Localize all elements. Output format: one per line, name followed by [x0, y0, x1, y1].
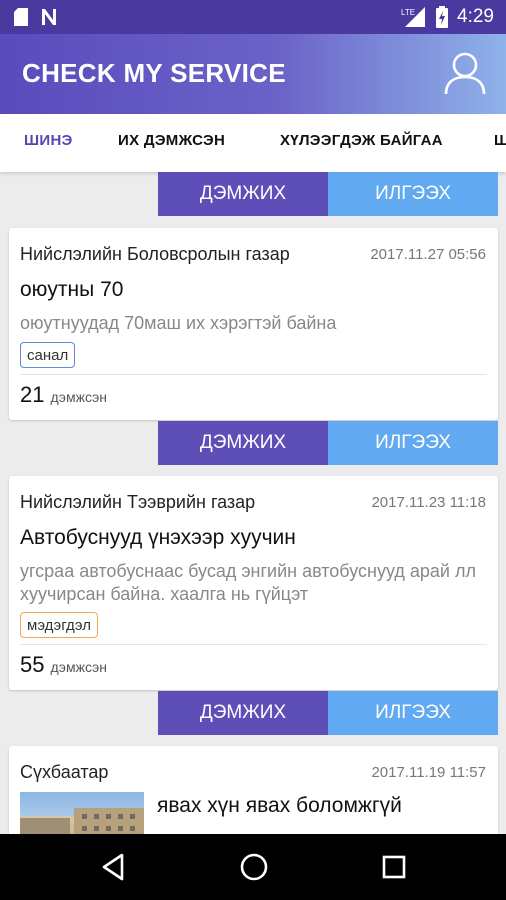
support-count-label: дэмжсэн [50, 659, 107, 675]
post-actions: ДЭМЖИХ ИЛГЭЭХ [158, 172, 498, 216]
tab-more[interactable]: Ш [494, 132, 506, 149]
recents-button[interactable] [378, 851, 410, 883]
send-button[interactable]: ИЛГЭЭХ [328, 421, 498, 465]
support-count: 21 дэмжсэн [20, 382, 107, 408]
post-title: оюутны 70 [20, 278, 124, 301]
support-button[interactable]: ДЭМЖИХ [158, 172, 328, 216]
send-button[interactable]: ИЛГЭЭХ [328, 172, 498, 216]
post-card[interactable]: Нийслэлийн Боловсролын газар 2017.11.27 … [9, 228, 498, 420]
user-icon [444, 52, 486, 95]
status-bar: LTE 4:29 [0, 0, 506, 34]
home-icon [240, 853, 268, 881]
category-tag: мэдэгдэл [20, 612, 99, 638]
post-title: явах хүн явах боломжгүй [157, 794, 402, 817]
organization-name: Нийслэлийн Тээврийн газар [20, 492, 256, 512]
support-count-label: дэмжсэн [50, 389, 107, 405]
support-count: 55 дэмжсэн [20, 652, 107, 678]
support-button[interactable]: ДЭМЖИХ [158, 691, 328, 735]
post-date: 2017.11.27 05:56 [370, 246, 486, 263]
divider [20, 644, 487, 645]
organization-name: Сүхбаатар [20, 762, 109, 782]
back-button[interactable] [98, 851, 130, 883]
tab-new[interactable]: ШИНЭ [24, 132, 73, 149]
post-date: 2017.11.19 11:57 [371, 764, 486, 781]
app-bar: CHECK MY SERVICE [0, 34, 506, 114]
send-button[interactable]: ИЛГЭЭХ [328, 691, 498, 735]
tab-most-supported[interactable]: ИХ ДЭМЖСЭН [118, 132, 225, 149]
home-button[interactable] [238, 851, 270, 883]
back-icon [102, 853, 124, 881]
post-title: Автобуснууд үнэхээр хуучин [20, 526, 296, 549]
notification-n-icon [42, 9, 56, 25]
post-image [20, 792, 144, 834]
tab-bar: ШИНЭ ИХ ДЭМЖСЭН ХҮЛЭЭГДЭЖ БАЙГАА Ш [0, 114, 506, 172]
support-count-value: 55 [20, 652, 45, 677]
clock: 4:29 [457, 6, 494, 27]
post-date: 2017.11.23 11:18 [371, 494, 486, 511]
system-nav-bar [0, 834, 506, 900]
post-description: оюутнуудад 70маш их хэрэгтэй байна [20, 313, 337, 333]
battery-icon [436, 6, 449, 28]
category-tag: санал [20, 342, 76, 368]
signal-icon: LTE [401, 7, 426, 27]
svg-text:LTE: LTE [401, 8, 415, 17]
post-actions: ДЭМЖИХ ИЛГЭЭХ [158, 691, 498, 735]
divider [20, 374, 487, 375]
app-title: CHECK MY SERVICE [22, 58, 286, 88]
post-feed[interactable]: ДЭМЖИХ ИЛГЭЭХ Нийслэлийн Боловсролын газ… [0, 172, 506, 834]
post-description: угсраа автобуснаас бусад энгийн автобусн… [20, 561, 476, 604]
post-card[interactable]: Сүхбаатар 2017.11.19 11:57 явах хүн явах… [9, 746, 498, 834]
organization-name: Нийслэлийн Боловсролын газар [20, 244, 290, 264]
tab-pending[interactable]: ХҮЛЭЭГДЭЖ БАЙГАА [280, 132, 443, 149]
recents-icon [382, 855, 406, 879]
profile-button[interactable] [442, 50, 488, 96]
sd-card-icon [14, 8, 28, 26]
post-card[interactable]: Нийслэлийн Тээврийн газар 2017.11.23 11:… [9, 476, 498, 690]
support-button[interactable]: ДЭМЖИХ [158, 421, 328, 465]
post-actions: ДЭМЖИХ ИЛГЭЭХ [158, 421, 498, 465]
support-count-value: 21 [20, 382, 45, 407]
